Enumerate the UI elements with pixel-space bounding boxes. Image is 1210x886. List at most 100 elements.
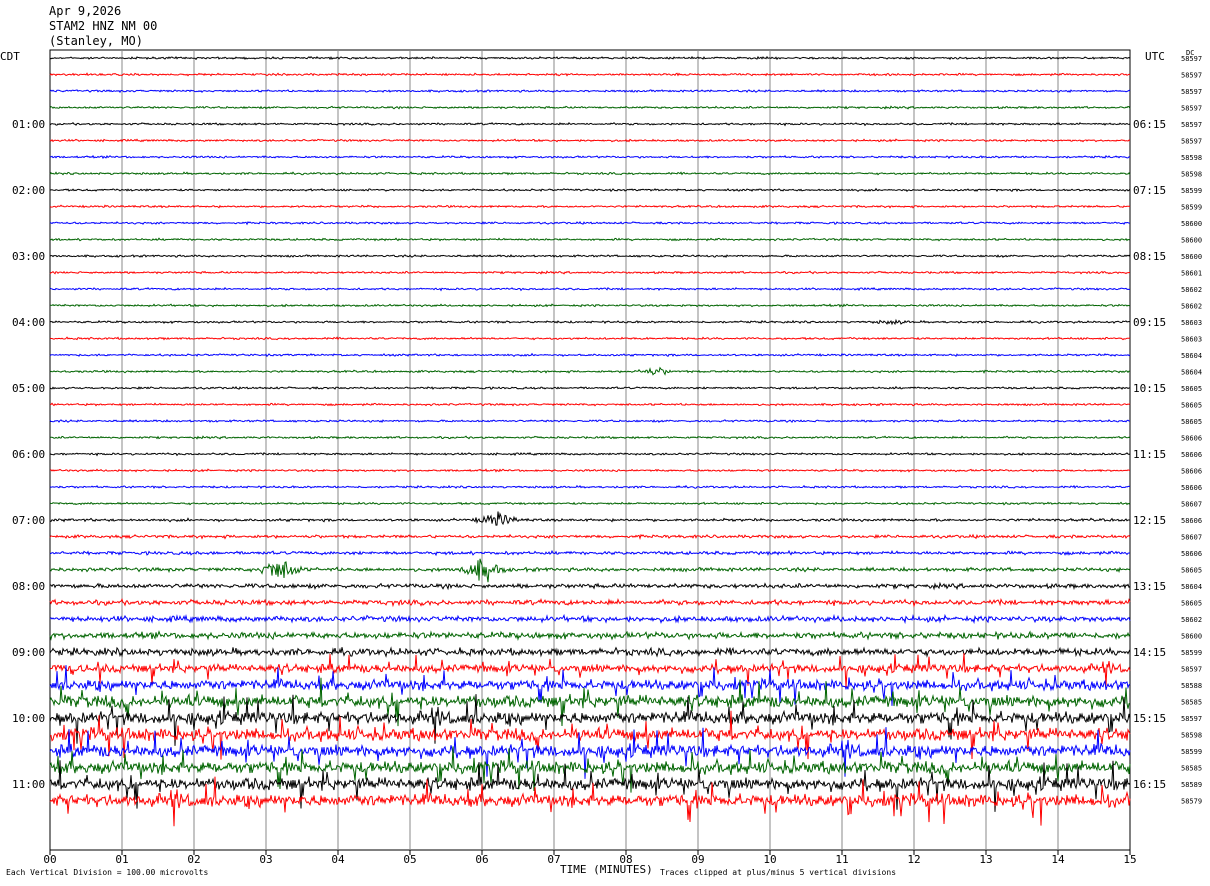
- utc-time-label: 12:15: [1133, 514, 1166, 527]
- seismic-trace: [49, 484, 1131, 490]
- cdt-time-label: 09:00: [12, 646, 45, 659]
- dc-offset-label: 58597: [1181, 121, 1202, 129]
- seismic-trace: [49, 204, 1131, 209]
- dc-offset-label: 58602: [1181, 303, 1202, 311]
- dc-offset-label: 58585: [1181, 765, 1202, 773]
- utc-time-label: 06:15: [1133, 118, 1166, 131]
- x-tick-label: 09: [691, 853, 704, 866]
- dc-offset-label: 58606: [1181, 435, 1202, 443]
- seismic-trace: [49, 138, 1131, 143]
- seismic-trace: [49, 105, 1131, 110]
- seismic-trace: [49, 303, 1131, 308]
- seismic-trace: [49, 237, 1131, 242]
- dc-offset-label: 58607: [1181, 534, 1202, 542]
- x-tick-label: 11: [835, 853, 848, 866]
- x-tick-label: 05: [403, 853, 416, 866]
- seismic-trace: [49, 597, 1131, 608]
- x-tick-label: 04: [331, 853, 345, 866]
- x-tick-label: 10: [763, 853, 776, 866]
- cdt-time-label: 06:00: [12, 448, 45, 461]
- dc-offset-label: 58607: [1181, 501, 1202, 509]
- utc-time-label: 13:15: [1133, 580, 1166, 593]
- cdt-time-label: 07:00: [12, 514, 45, 527]
- seismic-trace: [49, 558, 1131, 583]
- cdt-time-label: 04:00: [12, 316, 45, 329]
- x-tick-label: 12: [907, 853, 920, 866]
- utc-time-label: 09:15: [1133, 316, 1166, 329]
- seismic-trace: [49, 549, 1131, 557]
- seismic-trace: [49, 366, 1131, 376]
- seismic-trace: [49, 613, 1131, 625]
- dc-offset-label: 58579: [1181, 798, 1202, 806]
- utc-time-label: 07:15: [1133, 184, 1166, 197]
- seismic-trace: [49, 336, 1131, 341]
- x-tick-label: 02: [187, 853, 200, 866]
- dc-offset-label: 58597: [1181, 55, 1202, 63]
- dc-offset-label: 58599: [1181, 204, 1202, 212]
- x-tick-label: 03: [259, 853, 272, 866]
- seismic-trace: [49, 270, 1130, 275]
- dc-offset-label: 58605: [1181, 567, 1202, 575]
- utc-time-label: 11:15: [1133, 448, 1166, 461]
- dc-offset-label: 58599: [1181, 748, 1202, 756]
- x-tick-label: 06: [475, 853, 488, 866]
- dc-offset-label: 58600: [1181, 633, 1202, 641]
- dc-offset-label: 58605: [1181, 385, 1202, 393]
- dc-offset-label: 58606: [1181, 484, 1202, 492]
- clip-note: Traces clipped at plus/minus 5 vertical …: [660, 868, 897, 877]
- seismic-trace: [49, 385, 1131, 391]
- scale-note: Each Vertical Division = 100.00 microvol…: [6, 868, 209, 877]
- seismic-trace: [49, 154, 1131, 160]
- dc-offset-label: 58602: [1181, 616, 1202, 624]
- dc-offset-label: 58600: [1181, 220, 1202, 228]
- dc-offset-label: 58597: [1181, 88, 1202, 96]
- seismic-trace: [49, 221, 1131, 226]
- seismic-trace: [49, 171, 1131, 176]
- seismic-trace: [49, 630, 1131, 642]
- cdt-time-label: 02:00: [12, 184, 45, 197]
- dc-offset-label: 58597: [1181, 72, 1202, 80]
- cdt-time-label: 10:00: [12, 712, 45, 725]
- dc-offset-label: 58588: [1181, 682, 1202, 690]
- cdt-time-label: 01:00: [12, 118, 45, 131]
- dc-offset-label: 58589: [1181, 781, 1202, 789]
- utc-time-label: 15:15: [1133, 712, 1166, 725]
- dc-offset-label: 58601: [1181, 270, 1202, 278]
- seismic-trace: [49, 402, 1131, 407]
- dc-offset-label: 58598: [1181, 154, 1202, 162]
- helicorder-plot: 00 01 02 03 04 05 06 07 08 09 10 11 12 13 14 1558597585…: [12, 49, 1202, 866]
- seismic-trace: [49, 121, 1131, 127]
- seismic-trace: [49, 88, 1131, 94]
- dc-offset-label: 58597: [1181, 138, 1202, 146]
- seismic-trace: [49, 501, 1131, 506]
- seismic-trace: [49, 468, 1131, 473]
- dc-offset-label: 58604: [1181, 352, 1202, 360]
- dc-offset-label: 58606: [1181, 468, 1202, 476]
- utc-time-label: 14:15: [1133, 646, 1166, 659]
- seismic-trace: [49, 287, 1130, 292]
- dc-offset-label: 58602: [1181, 286, 1202, 294]
- utc-time-label: 16:15: [1133, 778, 1166, 791]
- utc-time-label: 08:15: [1133, 250, 1166, 263]
- seismic-trace: [49, 581, 1131, 591]
- dc-offset-label: 58603: [1181, 336, 1202, 344]
- seismic-trace: [49, 352, 1131, 358]
- cdt-time-label: 03:00: [12, 250, 45, 263]
- dc-offset-label: 58597: [1181, 105, 1202, 113]
- seismic-trace: [49, 646, 1131, 658]
- dc-offset-label: 58606: [1181, 451, 1202, 459]
- x-tick-label: 13: [979, 853, 992, 866]
- dc-offset-label: 58605: [1181, 600, 1202, 608]
- x-tick-label: 15: [1123, 853, 1136, 866]
- seismic-trace: [49, 511, 1130, 526]
- dc-offset-label: 58598: [1181, 171, 1202, 179]
- dc-offset-label: 58600: [1181, 253, 1202, 261]
- dc-offset-label: 58585: [1181, 699, 1202, 707]
- dc-offset-label: 58600: [1181, 237, 1202, 245]
- seismic-trace: [49, 187, 1131, 193]
- dc-offset-label: 58605: [1181, 418, 1202, 426]
- dc-offset-label: 58597: [1181, 715, 1202, 723]
- dc-offset-label: 58598: [1181, 732, 1202, 740]
- seismic-trace: [49, 72, 1131, 77]
- x-tick-label: 07: [547, 853, 560, 866]
